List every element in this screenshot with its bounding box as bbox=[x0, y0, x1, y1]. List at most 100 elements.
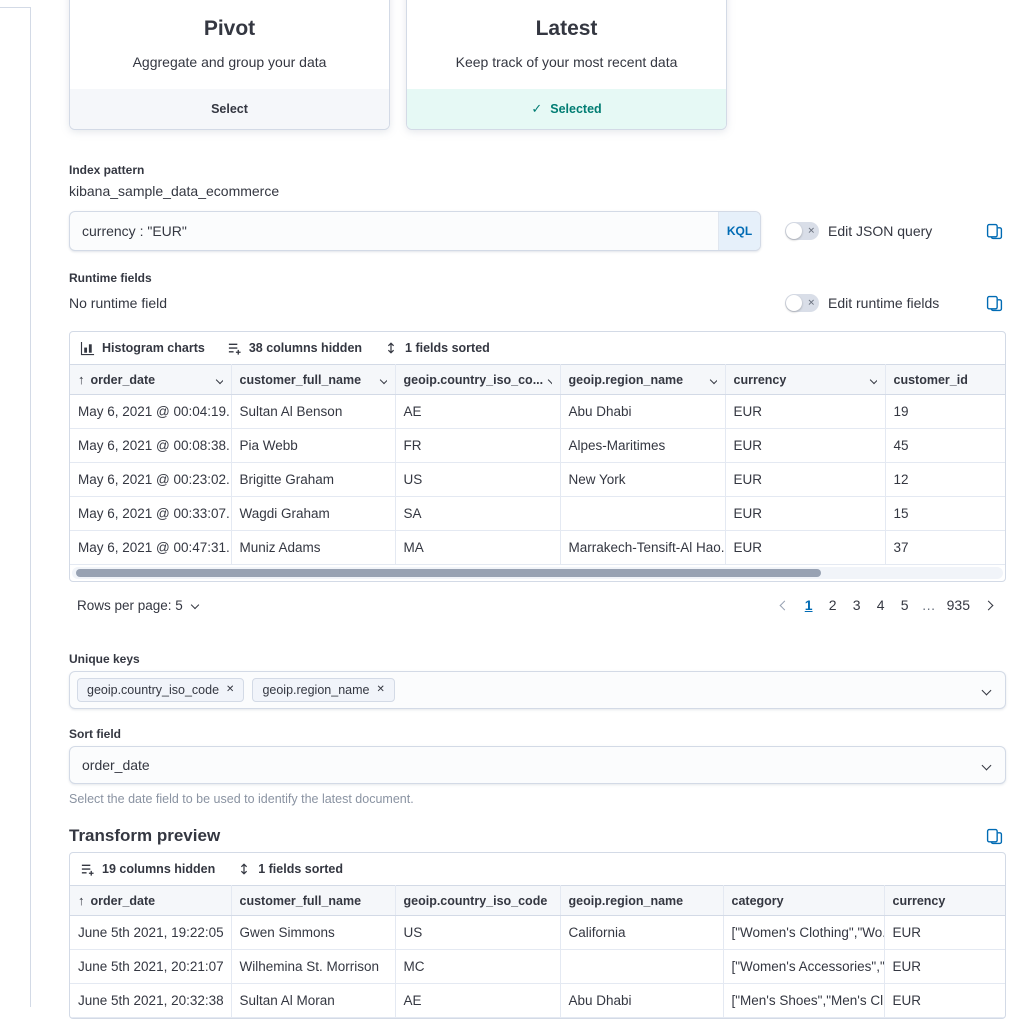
cell[interactable]: Wagdi Graham bbox=[231, 497, 395, 531]
previous-page-button[interactable] bbox=[775, 598, 794, 613]
chevron-down-icon[interactable] bbox=[709, 375, 716, 383]
column-header-country-iso-code[interactable]: geoip.country_iso_co... bbox=[395, 365, 560, 395]
cell[interactable]: Wilhemina St. Morrison bbox=[231, 950, 395, 984]
cell[interactable]: ["Women's Accessories","... bbox=[723, 950, 884, 984]
cell[interactable]: Abu Dhabi bbox=[560, 395, 725, 429]
source-header-row: ↑ order_date customer_full_name geoip.co… bbox=[70, 365, 1005, 395]
page-button-3[interactable]: 3 bbox=[848, 595, 866, 615]
pivot-card[interactable]: Pivot Aggregate and group your data Sele… bbox=[69, 0, 390, 130]
page-button-2[interactable]: 2 bbox=[824, 595, 842, 615]
copy-runtime-button[interactable] bbox=[984, 293, 1004, 313]
column-header-order-date[interactable]: ↑ order_date bbox=[70, 886, 231, 916]
column-header-region-name[interactable]: geoip.region_name bbox=[560, 365, 725, 395]
cell[interactable]: EUR bbox=[725, 429, 885, 463]
table-row: May 6, 2021 @ 00:23:02... Brigitte Graha… bbox=[70, 463, 1005, 497]
cell[interactable]: Pia Webb bbox=[231, 429, 395, 463]
copy-preview-button[interactable] bbox=[984, 826, 1004, 846]
cell[interactable]: New York bbox=[560, 463, 725, 497]
cell[interactable]: AE bbox=[395, 984, 560, 1018]
cell[interactable]: EUR bbox=[884, 916, 1005, 950]
cell[interactable]: 15 bbox=[885, 497, 1005, 531]
edit-json-toggle[interactable]: ✕ bbox=[785, 222, 819, 240]
cell[interactable]: May 6, 2021 @ 00:33:07... bbox=[70, 497, 231, 531]
cell[interactable]: Gwen Simmons bbox=[231, 916, 395, 950]
cell[interactable]: US bbox=[395, 463, 560, 497]
column-header-order-date[interactable]: ↑ order_date bbox=[70, 365, 231, 395]
cell[interactable]: June 5th 2021, 19:22:05 bbox=[70, 916, 231, 950]
cell[interactable]: AE bbox=[395, 395, 560, 429]
cell[interactable]: May 6, 2021 @ 00:04:19... bbox=[70, 395, 231, 429]
cell[interactable]: SA bbox=[395, 497, 560, 531]
column-header-category[interactable]: category bbox=[723, 886, 884, 916]
cell[interactable]: EUR bbox=[884, 950, 1005, 984]
cell[interactable]: June 5th 2021, 20:32:38 bbox=[70, 984, 231, 1018]
cell[interactable]: 12 bbox=[885, 463, 1005, 497]
cell[interactable]: May 6, 2021 @ 00:23:02... bbox=[70, 463, 231, 497]
cell[interactable]: Brigitte Graham bbox=[231, 463, 395, 497]
chevron-down-icon[interactable] bbox=[982, 686, 992, 696]
cell[interactable]: EUR bbox=[725, 531, 885, 565]
cell[interactable]: ["Women's Clothing","Wo... bbox=[723, 916, 884, 950]
rows-per-page-button[interactable]: Rows per page: 5 bbox=[77, 598, 198, 613]
fields-sorted-button[interactable]: 1 fields sorted bbox=[384, 341, 490, 355]
cell[interactable]: MA bbox=[395, 531, 560, 565]
horizontal-scrollbar[interactable] bbox=[72, 567, 1003, 579]
chevron-down-icon[interactable] bbox=[215, 375, 222, 383]
kql-language-button[interactable]: KQL bbox=[718, 212, 760, 250]
column-header-region-name[interactable]: geoip.region_name bbox=[560, 886, 723, 916]
page-button-1[interactable]: 1 bbox=[800, 595, 818, 615]
unique-keys-combobox[interactable]: geoip.country_iso_code ✕ geoip.region_na… bbox=[69, 671, 1006, 709]
cell[interactable]: 45 bbox=[885, 429, 1005, 463]
cell[interactable]: FR bbox=[395, 429, 560, 463]
latest-card[interactable]: Latest Keep track of your most recent da… bbox=[406, 0, 727, 130]
edit-runtime-toggle[interactable]: ✕ bbox=[785, 294, 819, 312]
column-header-customer-full-name[interactable]: customer_full_name bbox=[231, 365, 395, 395]
cell[interactable]: May 6, 2021 @ 00:47:31... bbox=[70, 531, 231, 565]
columns-hidden-button[interactable]: 38 columns hidden bbox=[227, 341, 362, 356]
cell[interactable]: US bbox=[395, 916, 560, 950]
fields-sorted-button[interactable]: 1 fields sorted bbox=[237, 862, 343, 876]
cell[interactable]: May 6, 2021 @ 00:08:38... bbox=[70, 429, 231, 463]
page-button-4[interactable]: 4 bbox=[872, 595, 890, 615]
cell[interactable]: Abu Dhabi bbox=[560, 984, 723, 1018]
histogram-charts-button[interactable]: Histogram charts bbox=[80, 341, 205, 356]
page-button-5[interactable]: 5 bbox=[896, 595, 914, 615]
chevron-down-icon[interactable] bbox=[869, 375, 876, 383]
column-header-country-iso-code[interactable]: geoip.country_iso_code bbox=[395, 886, 560, 916]
cell[interactable]: Sultan Al Benson bbox=[231, 395, 395, 429]
cell[interactable]: EUR bbox=[884, 984, 1005, 1018]
columns-hidden-button[interactable]: 19 columns hidden bbox=[80, 862, 215, 877]
remove-icon[interactable]: ✕ bbox=[376, 685, 384, 695]
next-page-button[interactable] bbox=[979, 598, 998, 613]
query-input-value[interactable]: currency : "EUR" bbox=[70, 223, 718, 239]
cell[interactable]: June 5th 2021, 20:21:07 bbox=[70, 950, 231, 984]
cell[interactable]: Sultan Al Moran bbox=[231, 984, 395, 1018]
cell[interactable]: Marrakech-Tensift-Al Hao... bbox=[560, 531, 725, 565]
cell[interactable]: MC bbox=[395, 950, 560, 984]
scrollbar-thumb[interactable] bbox=[76, 569, 821, 577]
column-header-currency[interactable]: currency bbox=[725, 365, 885, 395]
latest-selected-button[interactable]: ✓ Selected bbox=[407, 89, 726, 129]
cell[interactable]: 19 bbox=[885, 395, 1005, 429]
column-header-customer-full-name[interactable]: customer_full_name bbox=[231, 886, 395, 916]
cell[interactable]: 37 bbox=[885, 531, 1005, 565]
cell[interactable]: EUR bbox=[725, 463, 885, 497]
remove-icon[interactable]: ✕ bbox=[226, 685, 234, 695]
cell[interactable]: Alpes-Maritimes bbox=[560, 429, 725, 463]
copy-query-button[interactable] bbox=[984, 221, 1004, 241]
cell[interactable]: EUR bbox=[725, 497, 885, 531]
cell[interactable]: ["Men's Shoes","Men's Cl... bbox=[723, 984, 884, 1018]
query-input[interactable]: currency : "EUR" KQL bbox=[69, 211, 761, 251]
cell[interactable] bbox=[560, 950, 723, 984]
cell[interactable]: EUR bbox=[725, 395, 885, 429]
cell[interactable]: California bbox=[560, 916, 723, 950]
cell[interactable]: Muniz Adams bbox=[231, 531, 395, 565]
chevron-down-icon[interactable] bbox=[548, 375, 552, 383]
pivot-select-button[interactable]: Select bbox=[70, 89, 389, 129]
cell[interactable] bbox=[560, 497, 725, 531]
page-button-935[interactable]: 935 bbox=[944, 595, 973, 615]
sort-field-select[interactable]: order_date bbox=[69, 746, 1006, 784]
column-header-customer-id[interactable]: customer_id bbox=[885, 365, 1005, 395]
column-header-currency[interactable]: currency bbox=[884, 886, 1005, 916]
chevron-down-icon[interactable] bbox=[379, 375, 386, 383]
